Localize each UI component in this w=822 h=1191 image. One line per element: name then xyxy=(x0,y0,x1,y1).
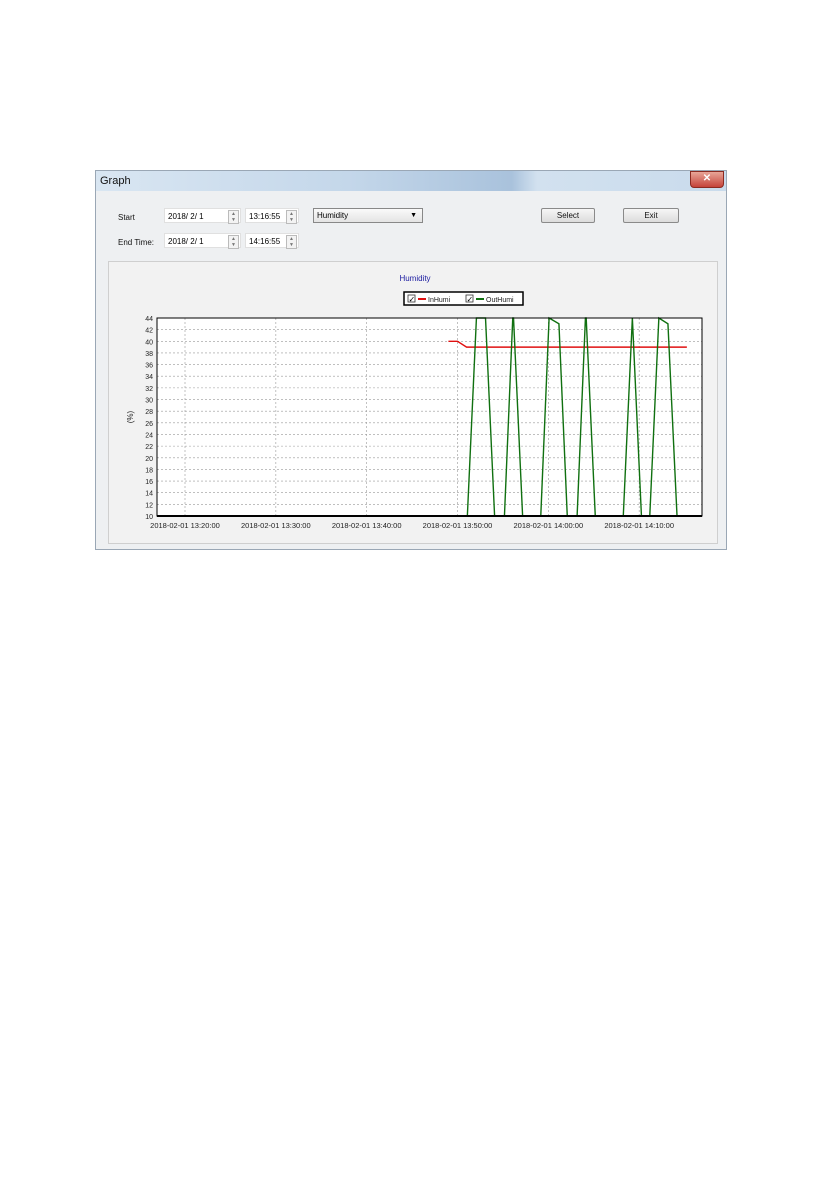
start-date-value: 2018/ 2/ 1 xyxy=(168,212,204,221)
data-type-value: Humidity xyxy=(317,211,349,220)
y-tick-label: 32 xyxy=(145,386,153,393)
end-date-input[interactable]: 2018/ 2/ 1 ▲ ▼ xyxy=(164,233,241,249)
end-time-label: End Time: xyxy=(118,238,155,247)
x-tick-label: 2018-02-01 13:50:00 xyxy=(423,521,493,530)
title-bar[interactable]: Graph ✕ xyxy=(96,171,726,191)
checkmark-icon: ✓ xyxy=(409,295,416,304)
chart-title: Humidity xyxy=(399,274,430,283)
checkmark-icon: ✓ xyxy=(467,295,474,304)
y-tick-label: 30 xyxy=(145,398,153,405)
window-title: Graph xyxy=(100,175,131,187)
document-page: Graph ✕ Start 2018/ 2/ 1 ▲ ▼ 13:16:55 ▲ ▼ Hu… xyxy=(0,0,822,1191)
chevron-down-icon: ▼ xyxy=(410,212,417,219)
y-tick-label: 26 xyxy=(145,421,153,428)
graph-window: Graph ✕ Start 2018/ 2/ 1 ▲ ▼ 13:16:55 ▲ ▼ Hu… xyxy=(95,170,727,550)
spin-arrows-icon[interactable]: ▲ ▼ xyxy=(228,235,239,249)
start-date-input[interactable]: 2018/ 2/ 1 ▲ ▼ xyxy=(164,208,241,224)
y-tick-label: 38 xyxy=(145,351,153,358)
end-time-input[interactable]: 14:16:55 ▲ ▼ xyxy=(245,233,299,249)
end-time-value: 14:16:55 xyxy=(249,237,281,246)
y-tick-label: 22 xyxy=(145,444,153,451)
y-tick-label: 42 xyxy=(145,328,153,335)
x-tick-label: 2018-02-01 13:40:00 xyxy=(332,521,402,530)
y-tick-label: 10 xyxy=(145,514,153,521)
y-tick-label: 18 xyxy=(145,467,153,474)
y-tick-label: 14 xyxy=(145,491,153,498)
spin-arrows-icon[interactable]: ▲ ▼ xyxy=(228,210,239,224)
close-icon[interactable]: ✕ xyxy=(690,171,724,188)
y-tick-label: 34 xyxy=(145,374,153,381)
y-tick-label: 12 xyxy=(145,502,153,509)
spin-arrows-icon[interactable]: ▲ ▼ xyxy=(286,210,297,224)
x-tick-label: 2018-02-01 13:20:00 xyxy=(150,521,220,530)
y-tick-label: 44 xyxy=(145,316,153,323)
start-time-value: 13:16:55 xyxy=(249,212,281,221)
x-tick-label: 2018-02-01 13:30:00 xyxy=(241,521,311,530)
start-time-input[interactable]: 13:16:55 ▲ ▼ xyxy=(245,208,299,224)
y-tick-label: 20 xyxy=(145,456,153,463)
y-tick-label: 28 xyxy=(145,409,153,416)
y-axis-label: (%) xyxy=(126,410,135,423)
select-button[interactable]: Select xyxy=(541,208,595,223)
y-tick-label: 24 xyxy=(145,432,153,439)
end-date-value: 2018/ 2/ 1 xyxy=(168,237,204,246)
x-tick-label: 2018-02-01 14:10:00 xyxy=(604,521,674,530)
data-type-select[interactable]: Humidity ▼ xyxy=(313,208,423,223)
legend-label: OutHumi xyxy=(486,297,514,304)
y-tick-label: 36 xyxy=(145,363,153,370)
x-tick-label: 2018-02-01 14:00:00 xyxy=(514,521,584,530)
spin-arrows-icon[interactable]: ▲ ▼ xyxy=(286,235,297,249)
y-tick-label: 16 xyxy=(145,479,153,486)
start-label: Start xyxy=(118,213,135,222)
chart-panel: 10 12 14 16 18 20 22 24 26 28 30 32 34 36 38 40 42 44 2018… xyxy=(108,261,718,544)
humidity-chart: 10 12 14 16 18 20 22 24 26 28 30 32 34 36 38 40 42 44 2018… xyxy=(126,274,703,530)
exit-button[interactable]: Exit xyxy=(623,208,679,223)
y-tick-label: 40 xyxy=(145,339,153,346)
legend-label: InHumi xyxy=(428,297,451,304)
